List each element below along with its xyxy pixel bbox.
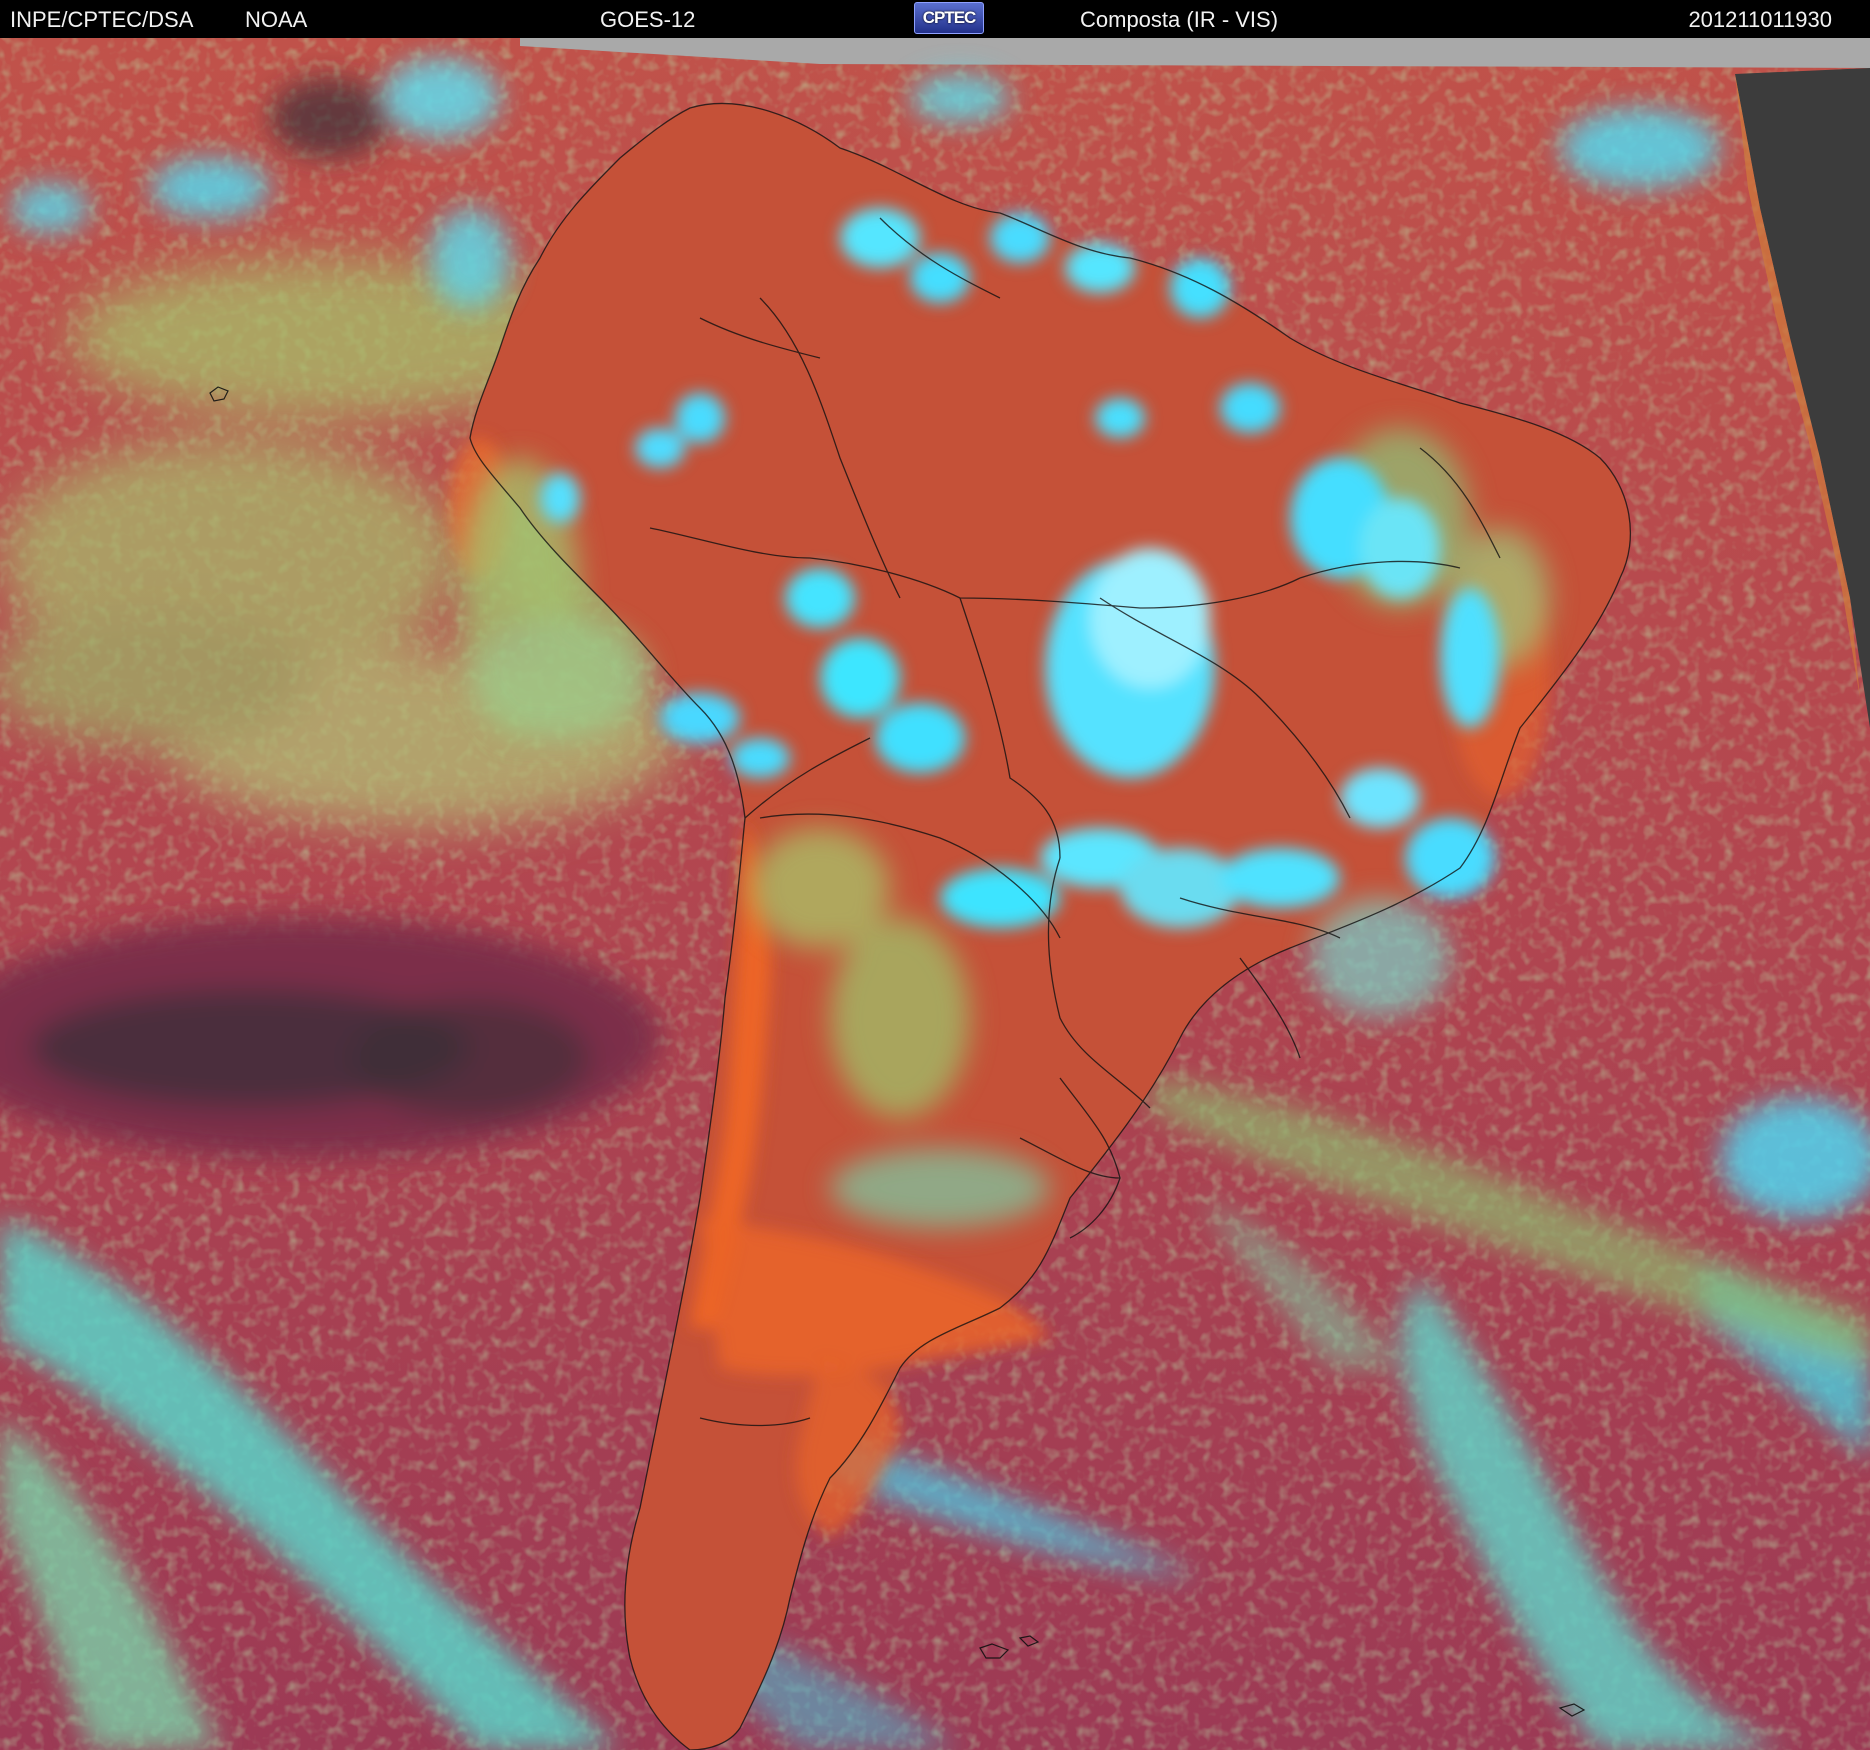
agency-label: NOAA xyxy=(245,7,308,32)
satellite-composite-image xyxy=(0,38,1870,1750)
logo-text: CPTEC xyxy=(922,8,977,27)
timestamp-label: 201211011930 xyxy=(1688,7,1832,32)
satellite-label: GOES-12 xyxy=(600,7,696,32)
cptec-logo: CPTEC xyxy=(914,2,984,34)
header-bar: INPE/CPTEC/DSA NOAA GOES-12 CPTEC Compos… xyxy=(0,0,1870,38)
satellite-image xyxy=(0,38,1870,1750)
organization-label: INPE/CPTEC/DSA xyxy=(10,7,194,32)
product-label: Composta (IR - VIS) xyxy=(1080,7,1279,32)
